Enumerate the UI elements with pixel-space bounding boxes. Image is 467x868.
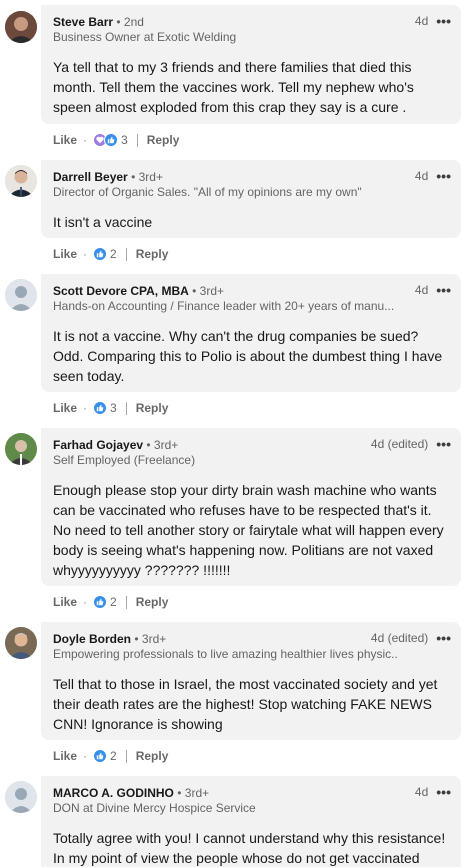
reaction-count[interactable]: 2 xyxy=(110,749,117,763)
connection-degree: • 3rd+ xyxy=(177,786,210,800)
comment-actions: Like · 2 Reply xyxy=(53,247,169,261)
like-button[interactable]: Like xyxy=(53,401,77,415)
comment-text: Totally agree with you! I cannot underst… xyxy=(53,830,446,866)
commenter-name[interactable]: Steve Barr xyxy=(53,15,113,29)
reaction-count[interactable]: 2 xyxy=(110,595,117,609)
avatar[interactable] xyxy=(5,279,37,311)
commenter-headline: Self Employed (Freelance) xyxy=(53,453,196,467)
avatar[interactable] xyxy=(5,165,37,197)
thumbs-up-icon xyxy=(93,749,108,763)
timestamp: 4d (edited) xyxy=(370,631,429,645)
timestamp: 4d (edited) xyxy=(370,437,429,451)
like-button[interactable]: Like xyxy=(53,133,77,147)
more-dots-icon[interactable]: ••• xyxy=(436,14,451,28)
comment-bubble: Doyle Borden • 3rd+ Empowering professio… xyxy=(41,622,461,740)
reaction-count[interactable]: 2 xyxy=(110,247,117,261)
commenter-name[interactable]: Scott Devore CPA, MBA xyxy=(53,284,189,298)
more-dots-icon[interactable]: ••• xyxy=(436,785,451,799)
reactions[interactable] xyxy=(93,595,108,609)
reply-button[interactable]: Reply xyxy=(136,749,169,763)
like-button[interactable]: Like xyxy=(53,247,77,261)
comment-bubble: Scott Devore CPA, MBA • 3rd+ Hands-on Ac… xyxy=(41,274,461,392)
reply-button[interactable]: Reply xyxy=(136,247,169,261)
comment-actions: Like · 3 Reply xyxy=(53,133,180,147)
comment-bubble: MARCO A. GODINHO • 3rd+ DON at Divine Me… xyxy=(41,776,461,867)
connection-degree: • 3rd+ xyxy=(131,170,163,184)
comment-text: It is not a vaccine. Why can't the drug … xyxy=(53,328,443,384)
reply-button[interactable]: Reply xyxy=(136,595,169,609)
thumbs-up-icon xyxy=(93,247,108,261)
like-button[interactable]: Like xyxy=(53,749,77,763)
like-button[interactable]: Like xyxy=(53,595,77,609)
comment-text: Ya tell that to my 3 friends and there f… xyxy=(53,59,414,115)
timestamp: 4d xyxy=(414,785,429,799)
comment-actions: Like · 2 Reply xyxy=(53,749,169,763)
timestamp: 4d xyxy=(414,14,429,28)
avatar[interactable] xyxy=(5,11,37,43)
connection-degree: • 3rd+ xyxy=(192,284,225,298)
comment-actions: Like · 2 Reply xyxy=(53,595,169,609)
reactions[interactable] xyxy=(93,401,108,415)
thumbs-up-icon xyxy=(104,133,119,147)
reactions[interactable] xyxy=(93,247,108,261)
commenter-name[interactable]: Darrell Beyer xyxy=(53,170,128,184)
commenter-name[interactable]: Doyle Borden xyxy=(53,632,131,646)
comment-text: It isn't a vaccine xyxy=(53,214,153,230)
reactions[interactable] xyxy=(93,133,119,147)
reaction-count[interactable]: 3 xyxy=(110,401,117,415)
avatar[interactable] xyxy=(5,627,37,659)
timestamp: 4d xyxy=(414,283,429,297)
commenter-headline: DON at Divine Mercy Hospice Service xyxy=(53,801,256,815)
comment-text: Tell that to those in Israel, the most v… xyxy=(53,676,438,732)
more-dots-icon[interactable]: ••• xyxy=(436,437,451,451)
connection-degree: • 3rd+ xyxy=(134,632,167,646)
reactions[interactable] xyxy=(93,749,108,763)
commenter-name[interactable]: Farhad Gojayev xyxy=(53,438,143,452)
comment-bubble: Steve Barr • 2nd Business Owner at Exoti… xyxy=(41,5,461,124)
connection-degree: • 2nd xyxy=(116,15,144,29)
commenter-headline: Hands-on Accounting / Finance leader wit… xyxy=(53,299,395,313)
reply-button[interactable]: Reply xyxy=(136,401,169,415)
reply-button[interactable]: Reply xyxy=(147,133,180,147)
more-dots-icon[interactable]: ••• xyxy=(436,631,451,645)
more-dots-icon[interactable]: ••• xyxy=(436,169,451,183)
avatar[interactable] xyxy=(5,433,37,465)
thumbs-up-icon xyxy=(93,595,108,609)
connection-degree: • 3rd+ xyxy=(146,438,179,452)
comment-text: Enough please stop your dirty brain wash… xyxy=(53,482,444,578)
comment-bubble: Darrell Beyer • 3rd+ Director of Organic… xyxy=(41,160,461,238)
comment-bubble: Farhad Gojayev • 3rd+ Self Employed (Fre… xyxy=(41,428,461,586)
comment-actions: Like · 3 Reply xyxy=(53,401,169,415)
avatar[interactable] xyxy=(5,781,37,813)
thumbs-up-icon xyxy=(93,401,108,415)
commenter-name[interactable]: MARCO A. GODINHO xyxy=(53,786,174,800)
commenter-headline: Business Owner at Exotic Welding xyxy=(53,30,237,44)
commenter-headline: Empowering professionals to live amazing… xyxy=(53,647,398,661)
timestamp: 4d xyxy=(414,169,429,183)
commenter-headline: Director of Organic Sales. "All of my op… xyxy=(53,185,362,199)
more-dots-icon[interactable]: ••• xyxy=(436,283,451,297)
reaction-count[interactable]: 3 xyxy=(121,133,128,147)
